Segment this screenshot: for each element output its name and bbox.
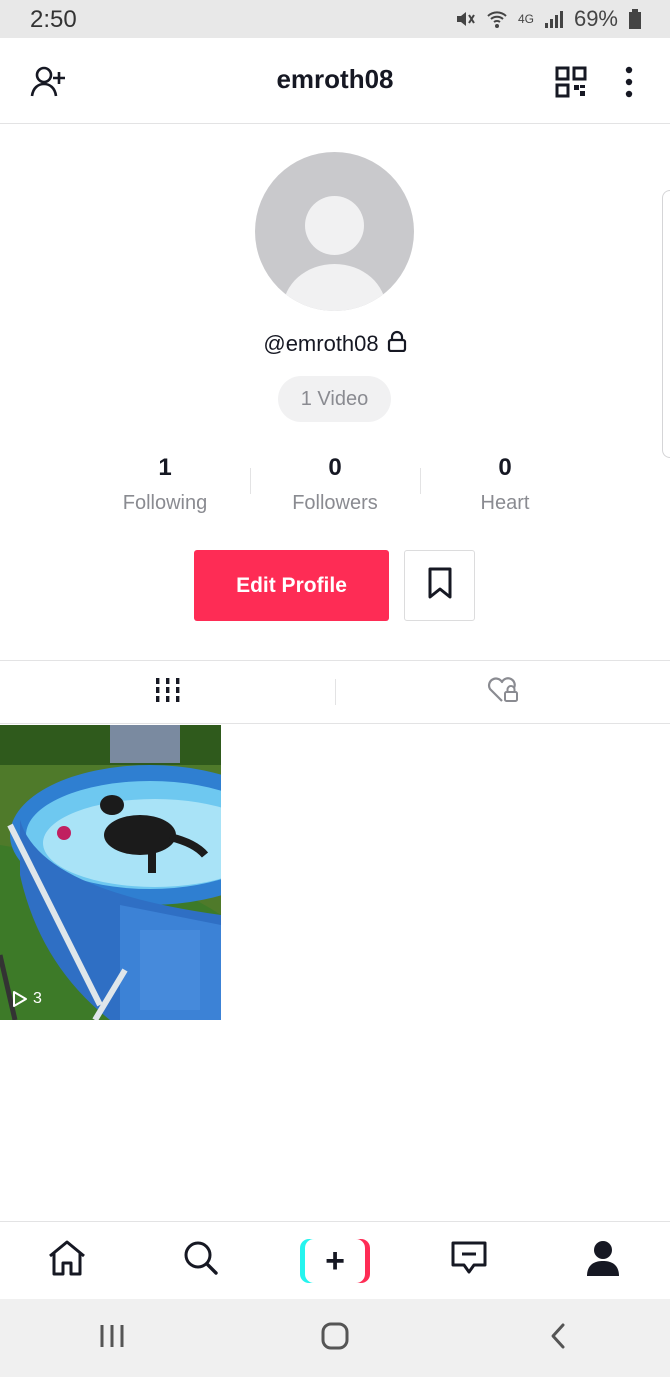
- home-icon: [47, 1239, 87, 1282]
- favorites-button[interactable]: [404, 550, 475, 621]
- profile-header: emroth08: [0, 38, 670, 124]
- play-icon: [12, 990, 28, 1008]
- qr-code-icon[interactable]: [553, 64, 589, 100]
- battery-icon: [628, 8, 642, 30]
- avatar-body-shape: [283, 264, 386, 311]
- profile-handle: @emroth08: [263, 330, 379, 356]
- profile-icon: [585, 1239, 621, 1282]
- recents-icon: [98, 1323, 126, 1354]
- nav-home[interactable]: [0, 1222, 134, 1299]
- inbox-icon: [450, 1240, 488, 1281]
- stat-label: Following: [122, 492, 208, 514]
- scroll-indicator[interactable]: [662, 190, 670, 458]
- stat-followers[interactable]: 0 Followers: [250, 450, 420, 520]
- signal-icon: [544, 9, 564, 29]
- edit-profile-button[interactable]: Edit Profile: [194, 550, 389, 621]
- video-thumbnail-image: [0, 725, 221, 1020]
- status-bar: 2:50 4G 69%: [0, 0, 670, 38]
- liked-locked-icon: [486, 676, 520, 709]
- system-back[interactable]: [447, 1299, 670, 1377]
- nav-discover[interactable]: [134, 1222, 268, 1299]
- nav-profile[interactable]: [536, 1222, 670, 1299]
- status-time: 2:50: [30, 6, 77, 33]
- view-count: 3: [33, 990, 42, 1007]
- profile-stats: 1 Following 0 Followers 0 Heart: [80, 450, 590, 520]
- status-icons: 4G 69%: [454, 6, 642, 32]
- content-tabs: [0, 660, 670, 724]
- tab-videos[interactable]: [0, 661, 335, 723]
- system-navigation: [0, 1299, 670, 1377]
- wifi-icon: [486, 8, 508, 30]
- bottom-navigation: +: [0, 1221, 670, 1299]
- bookmark-icon: [427, 567, 453, 604]
- stat-value: 0: [498, 454, 512, 481]
- grid-icon: [155, 677, 181, 708]
- system-recents[interactable]: [0, 1299, 223, 1377]
- back-icon: [548, 1322, 568, 1355]
- stat-following[interactable]: 1 Following: [80, 450, 250, 520]
- stat-value: 0: [328, 454, 342, 481]
- video-count-badge: 1 Video: [278, 376, 391, 422]
- stat-label: Followers: [292, 492, 378, 514]
- stat-value: 1: [158, 454, 172, 481]
- battery-percent: 69%: [573, 6, 618, 31]
- tab-liked[interactable]: [335, 661, 670, 723]
- stat-heart[interactable]: 0 Heart: [420, 450, 590, 520]
- mute-icon: [454, 8, 476, 30]
- discover-icon: [183, 1240, 219, 1281]
- home-circle-icon: [321, 1322, 349, 1355]
- play-count: 3: [12, 990, 42, 1008]
- system-home[interactable]: [223, 1299, 446, 1377]
- avatar-head-shape: [305, 196, 364, 255]
- nav-create[interactable]: +: [268, 1222, 402, 1299]
- more-options-icon[interactable]: [616, 64, 642, 100]
- nav-inbox[interactable]: [402, 1222, 536, 1299]
- video-thumbnail[interactable]: 3: [0, 725, 221, 1020]
- network-type-label: 4G: [517, 12, 534, 26]
- stat-label: Heart: [480, 492, 530, 514]
- create-icon: +: [300, 1238, 370, 1283]
- username-row: @emroth08: [0, 330, 670, 357]
- avatar[interactable]: [255, 152, 414, 311]
- lock-icon: [387, 330, 407, 357]
